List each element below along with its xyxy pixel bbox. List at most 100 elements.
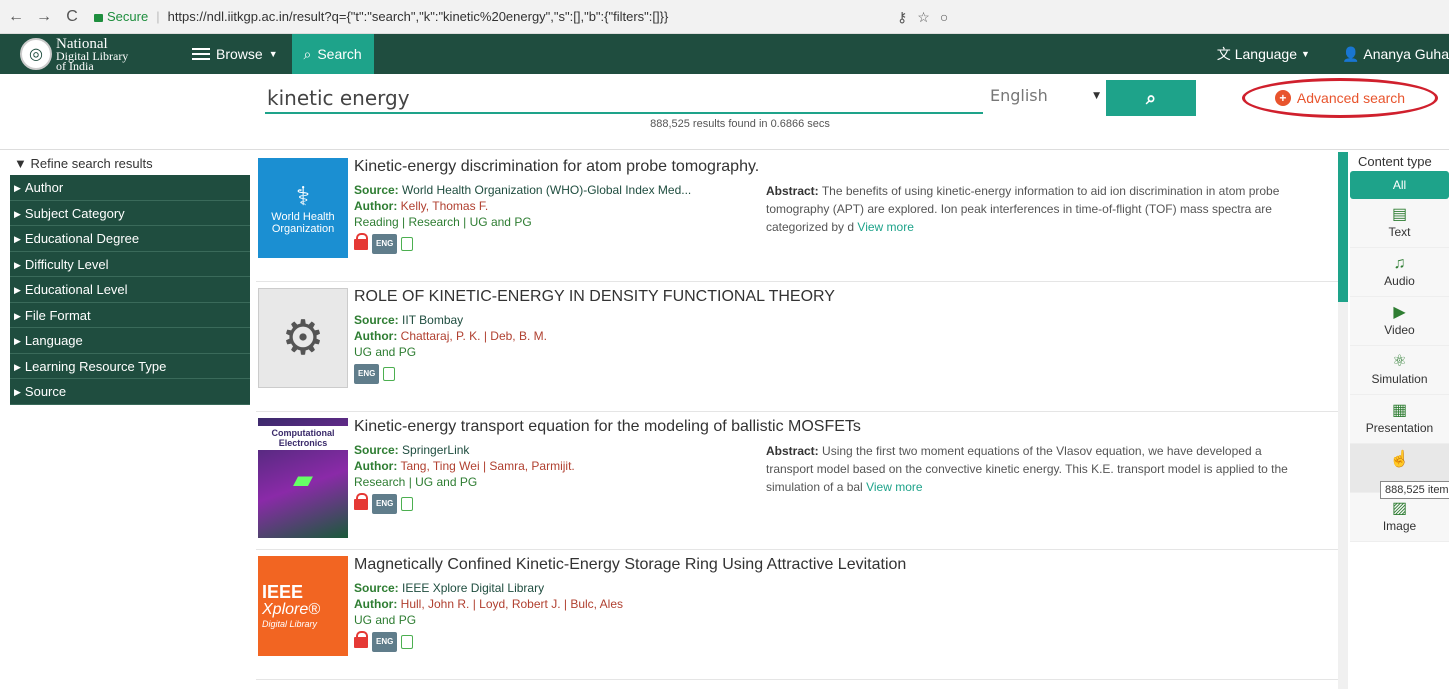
content-type-all[interactable]: All bbox=[1350, 171, 1449, 199]
result-author[interactable]: Tang, Ting Wei | Samra, Parmijit. bbox=[400, 459, 574, 473]
result-item: ⚕ World Health Organization Kinetic-ener… bbox=[256, 152, 1338, 282]
result-author[interactable]: Hull, John R. | Loyd, Robert J. | Bulc, … bbox=[401, 597, 623, 611]
text-doc-icon[interactable] bbox=[401, 237, 414, 251]
filter-subject-category[interactable]: ▶ Subject Category bbox=[10, 200, 250, 226]
user-menu[interactable]: 👤 Ananya Guha bbox=[1342, 46, 1449, 63]
reload-icon[interactable]: C bbox=[64, 8, 80, 26]
text-doc-icon[interactable] bbox=[401, 497, 414, 511]
results-summary: 888,525 results found in 0.6866 secs bbox=[650, 118, 830, 130]
caret-right-icon: ▶ bbox=[14, 183, 21, 193]
browse-menu[interactable]: Browse ▼ bbox=[192, 46, 278, 62]
filter-author[interactable]: ▶ Author bbox=[10, 175, 250, 201]
content-type-video[interactable]: ▶ Video bbox=[1350, 297, 1449, 346]
items-count-tooltip: 888,525 items bbox=[1380, 481, 1449, 499]
site-logo[interactable]: ◎ National Digital Library of India bbox=[20, 36, 160, 73]
search-icon: ⌕ bbox=[303, 45, 312, 62]
secure-indicator[interactable]: Secure bbox=[94, 9, 148, 24]
key-icon[interactable]: ⚷ bbox=[897, 8, 907, 26]
result-item: ⚙ ROLE OF KINETIC-ENERGY IN DENSITY FUNC… bbox=[256, 282, 1338, 412]
filter-learning-resource-type[interactable]: ▶ Learning Resource Type bbox=[10, 353, 250, 379]
language-select[interactable]: English ▼ bbox=[986, 82, 1104, 114]
language-badge: ENG bbox=[372, 632, 398, 652]
result-title[interactable]: ROLE OF KINETIC-ENERGY IN DENSITY FUNCTI… bbox=[354, 288, 1338, 306]
caret-right-icon: ▶ bbox=[14, 361, 21, 372]
scrollbar-thumb[interactable] bbox=[1338, 152, 1348, 302]
result-source[interactable]: IIT Bombay bbox=[402, 313, 463, 327]
view-more-link[interactable]: View more bbox=[866, 480, 922, 494]
xplore-logo-text: Xplore® bbox=[262, 601, 321, 618]
view-more-link[interactable]: View more bbox=[857, 220, 913, 234]
advanced-search-link[interactable]: + Advanced search bbox=[1242, 78, 1438, 118]
advanced-search-label: Advanced search bbox=[1296, 90, 1406, 106]
content-type-text[interactable]: ▤ Text bbox=[1350, 199, 1449, 248]
site-header: ◎ National Digital Library of India Brow… bbox=[0, 34, 1449, 74]
result-thumbnail[interactable]: ⚙ bbox=[258, 288, 348, 388]
filter-difficulty-level[interactable]: ▶ Difficulty Level bbox=[10, 251, 250, 277]
language-value: English bbox=[990, 86, 1048, 105]
result-tags: Reading | Research | UG and PG bbox=[354, 215, 532, 229]
iit-bombay-emblem-icon: ⚙ bbox=[281, 312, 325, 365]
star-icon[interactable]: ☆ bbox=[917, 8, 930, 26]
result-source[interactable]: IEEE Xplore Digital Library bbox=[402, 581, 544, 595]
result-tags: Research | UG and PG bbox=[354, 475, 478, 489]
results-list: ⚕ World Health Organization Kinetic-ener… bbox=[256, 152, 1338, 689]
content-type-audio[interactable]: ♫ Audio bbox=[1350, 248, 1449, 297]
caret-right-icon: ▶ bbox=[14, 234, 21, 244]
lock-open-icon bbox=[354, 492, 368, 510]
extension-icon[interactable]: ○ bbox=[940, 8, 948, 26]
results-scrollbar[interactable] bbox=[1338, 152, 1348, 689]
result-author[interactable]: Chattaraj, P. K. | Deb, B. M. bbox=[401, 329, 547, 343]
url-text: https://ndl.iitkgp.ac.in/result?q={"t":"… bbox=[167, 9, 669, 24]
content-type-image[interactable]: ▨ Image bbox=[1350, 493, 1449, 542]
text-doc-icon[interactable] bbox=[401, 635, 414, 649]
result-title[interactable]: Kinetic-energy transport equation for th… bbox=[354, 418, 1338, 436]
filter-header: ▼ Refine search results bbox=[14, 156, 153, 171]
filter-educational-level[interactable]: ▶ Educational Level bbox=[10, 277, 250, 303]
search-button[interactable]: ⌕ bbox=[1106, 80, 1196, 116]
result-source[interactable]: World Health Organization (WHO)-Global I… bbox=[402, 183, 691, 197]
filter-educational-degree[interactable]: ▶ Educational Degree bbox=[10, 226, 250, 252]
presentation-icon: ▦ bbox=[1391, 402, 1408, 419]
result-tags: UG and PG bbox=[354, 345, 417, 359]
result-title[interactable]: Kinetic-energy discrimination for atom p… bbox=[354, 158, 1338, 176]
content-type-presentation[interactable]: ▦ Presentation bbox=[1350, 395, 1449, 444]
search-input[interactable]: kinetic energy bbox=[265, 82, 983, 114]
search-tab[interactable]: ⌕ Search bbox=[291, 34, 374, 74]
language-badge: ENG bbox=[372, 234, 398, 254]
result-thumbnail[interactable]: ⚕ World Health Organization bbox=[258, 158, 348, 258]
result-thumbnail[interactable]: Computational Electronics ▰ bbox=[258, 418, 348, 538]
caret-right-icon: ▶ bbox=[14, 285, 21, 295]
result-item: IEEE Xplore® Digital Library Magneticall… bbox=[256, 550, 1338, 680]
text-doc-icon[interactable] bbox=[383, 367, 396, 381]
lock-open-icon bbox=[354, 630, 368, 648]
result-abstract: Using the first two moment equations of … bbox=[766, 444, 1288, 494]
caret-right-icon: ▶ bbox=[14, 259, 21, 270]
content-type-simulation[interactable]: ⚛ Simulation bbox=[1350, 346, 1449, 395]
back-icon[interactable]: ← bbox=[8, 8, 24, 26]
result-thumbnail[interactable]: IEEE Xplore® Digital Library bbox=[258, 556, 348, 656]
search-tab-label: Search bbox=[317, 46, 362, 62]
user-name: Ananya Guha bbox=[1363, 46, 1449, 62]
address-bar[interactable]: | https://ndl.iitkgp.ac.in/result?q={"t":… bbox=[156, 9, 668, 24]
image-icon: ▨ bbox=[1391, 500, 1408, 517]
zoom-plus-icon: + bbox=[1274, 90, 1291, 106]
who-logo-icon: ⚕ bbox=[295, 181, 311, 211]
caret-right-icon: ▶ bbox=[14, 208, 21, 219]
browser-nav: ← → C bbox=[8, 8, 80, 26]
language-icon: 文 bbox=[1216, 46, 1231, 62]
result-author[interactable]: Kelly, Thomas F. bbox=[401, 199, 489, 213]
text-icon: ▤ bbox=[1391, 206, 1408, 223]
content-type-header: Content type bbox=[1358, 154, 1432, 169]
result-source[interactable]: SpringerLink bbox=[402, 443, 469, 457]
ieee-logo-text: IEEE bbox=[262, 582, 304, 602]
filter-source[interactable]: ▶ Source bbox=[10, 379, 250, 405]
language-badge: ENG bbox=[372, 494, 398, 514]
logo-line3: of India bbox=[56, 58, 94, 73]
result-title[interactable]: Magnetically Confined Kinetic-Energy Sto… bbox=[354, 556, 1338, 574]
language-badge: ENG bbox=[354, 364, 380, 384]
forward-icon[interactable]: → bbox=[36, 8, 52, 26]
language-menu[interactable]: 文 Language ▼ bbox=[1217, 44, 1310, 64]
filter-language[interactable]: ▶ Language bbox=[10, 328, 250, 354]
caret-down-icon: ▼ bbox=[268, 49, 278, 59]
filter-file-format[interactable]: ▶ File Format bbox=[10, 302, 250, 328]
